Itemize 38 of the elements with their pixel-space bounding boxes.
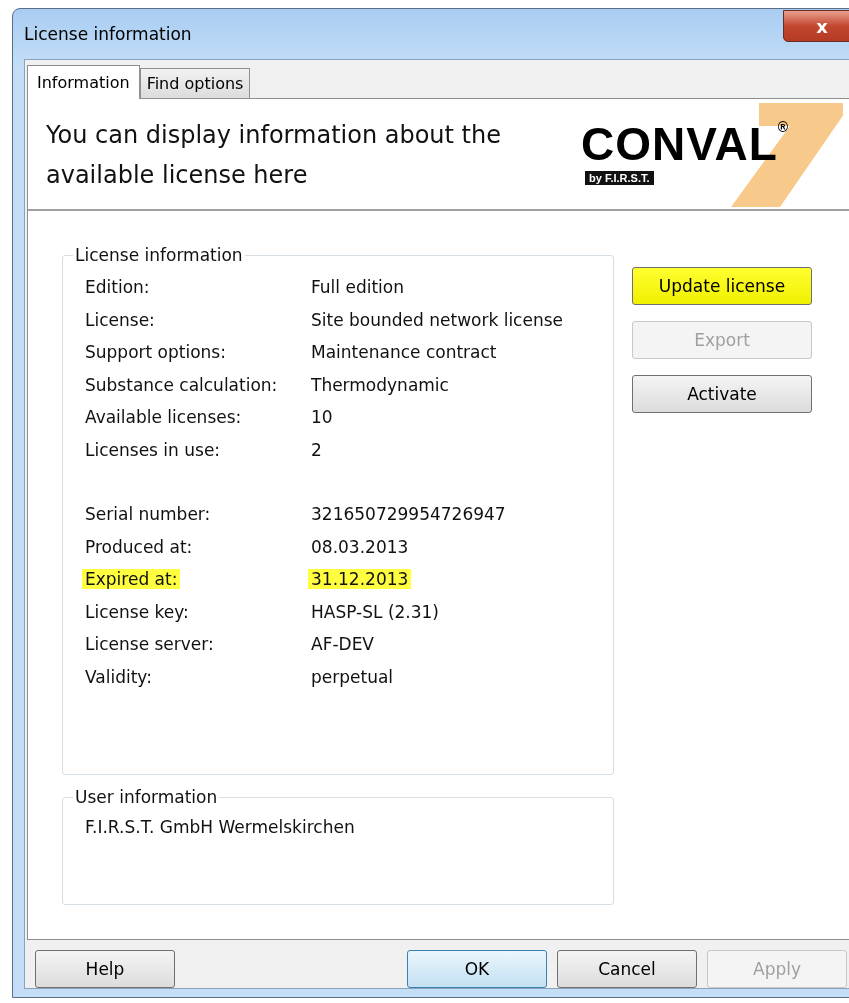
field-value: 08.03.2013 (311, 536, 409, 557)
field-label: Validity: (85, 666, 152, 687)
group-title: User information (74, 787, 219, 807)
field-label: License server: (85, 634, 214, 655)
logo: CONVAL$^{®}$ by F.I.R.S.T. (581, 99, 849, 207)
field-label: Available licenses: (85, 407, 242, 428)
tab[interactable]: Find options (139, 68, 251, 98)
field-label: Support options: (85, 342, 226, 363)
field-label: Edition: (85, 277, 150, 298)
tab[interactable]: Information (27, 65, 140, 99)
field-value: Full edition (311, 277, 404, 298)
field-value: 321650729954726947 (311, 504, 506, 525)
field-value: 31.12.2013 (308, 569, 412, 590)
field-label: Substance calculation: (85, 374, 278, 395)
action-button[interactable]: Activate (632, 375, 812, 413)
field-label: Serial number: (85, 504, 211, 525)
field-label: Licenses in use: (85, 439, 221, 460)
user-text: F.I.R.S.T. GmbH Wermelskirchen (85, 817, 355, 837)
field-label: Expired at: (82, 569, 181, 590)
field-label: Produced at: (85, 536, 193, 557)
action-button[interactable]: Update license (632, 267, 812, 305)
field-label: License: (85, 309, 155, 330)
dialog-button[interactable]: Cancel (557, 950, 697, 988)
dialog-button[interactable]: OK (407, 950, 547, 988)
field-value: Site bounded network license (311, 309, 563, 330)
field-label: License key: (85, 601, 189, 622)
field-value: AF-DEV (311, 634, 374, 655)
group-title: License information (74, 245, 244, 265)
field-value: 10 (311, 407, 333, 428)
field-value: 2 (311, 439, 322, 460)
field-value: Maintenance contract (311, 342, 497, 363)
dialog-button[interactable]: Help (35, 950, 175, 988)
field-value: HASP-SL (2.31) (311, 601, 439, 622)
field-value: Thermodynamic (311, 374, 449, 395)
header-text: You can display information about the available license here (45, 120, 502, 191)
close-button[interactable]: x (783, 10, 849, 42)
window-title: License information (24, 24, 192, 44)
field-value: perpetual (311, 666, 394, 687)
